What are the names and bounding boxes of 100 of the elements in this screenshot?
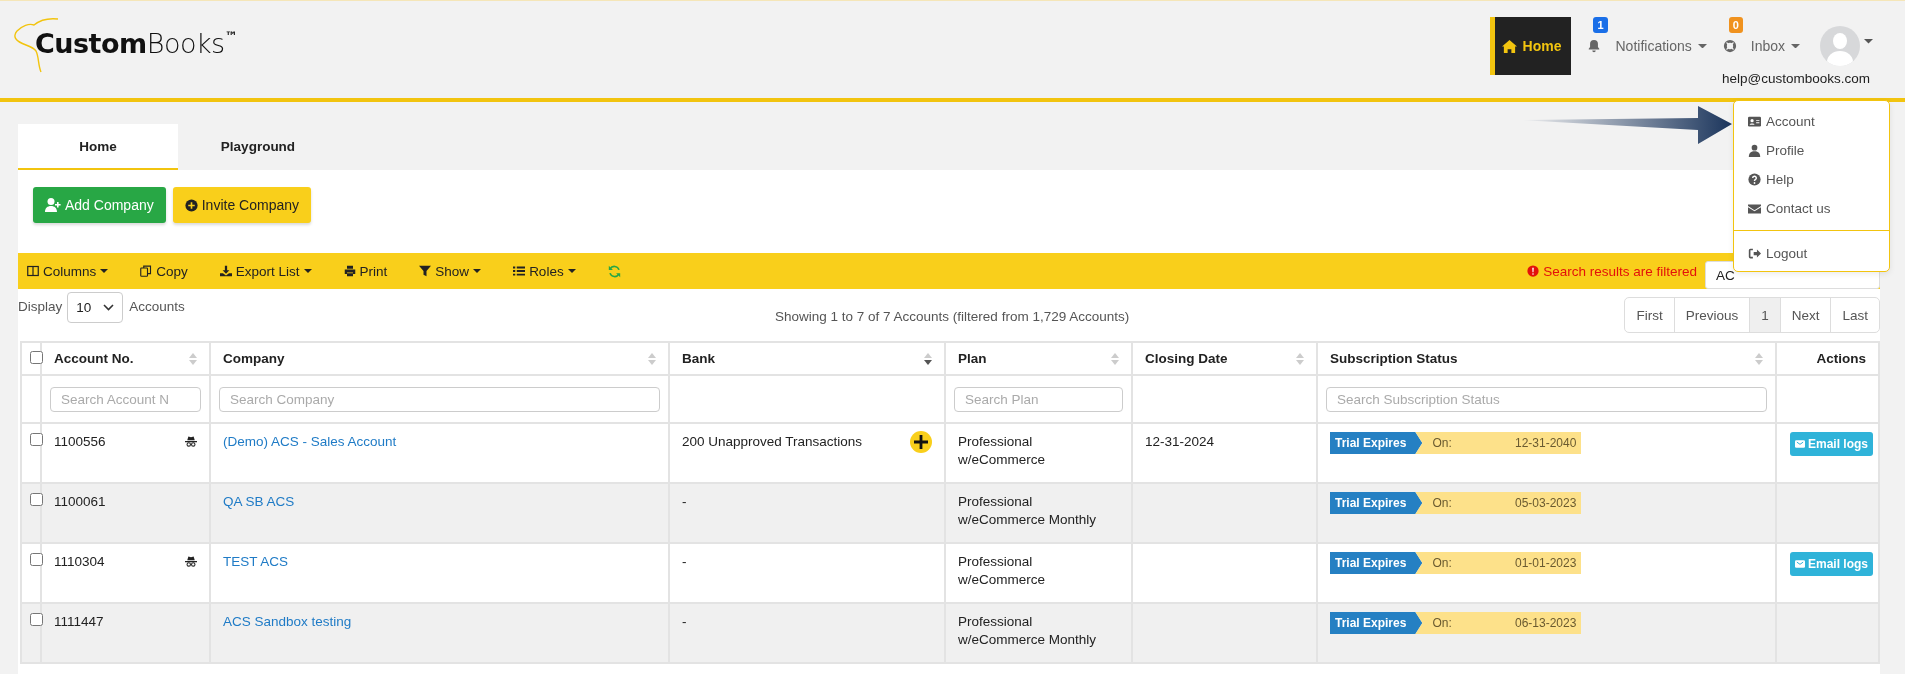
tab[interactable]: Playground — [178, 124, 338, 170]
alert-icon — [1527, 265, 1540, 277]
menu-item-label: Account — [1766, 113, 1815, 129]
column-search-field[interactable]: Search Company — [219, 386, 660, 412]
page-link[interactable]: 1 — [1749, 298, 1780, 332]
menu-item[interactable]: Help — [1734, 167, 1889, 191]
envelope-icon — [1794, 439, 1805, 449]
bank-status: - — [682, 553, 687, 571]
plan-name: Professional w/eCommerce Monthly — [958, 493, 1098, 529]
menu-item[interactable]: Contact us — [1734, 196, 1889, 220]
person-icon — [1748, 143, 1761, 157]
tab[interactable]: Home — [18, 124, 178, 170]
page-size-select[interactable]: 10 — [67, 292, 124, 323]
select-all-checkbox[interactable] — [30, 350, 43, 364]
refresh-icon — [607, 264, 621, 278]
page-link[interactable]: Last — [1830, 298, 1879, 332]
column-search-field[interactable]: Search Subscription Status — [1326, 386, 1767, 412]
row-checkbox[interactable] — [30, 613, 43, 626]
menu-item[interactable]: Account — [1734, 109, 1889, 133]
toolbar-button[interactable]: Copy — [140, 263, 188, 279]
company-link[interactable]: TEST ACS — [223, 554, 289, 569]
printer-icon — [343, 265, 356, 277]
plus-circle-icon — [184, 198, 198, 212]
toolbar-button[interactable]: Show — [419, 263, 482, 279]
filter-icon — [419, 265, 432, 277]
status-tag: Trial Expires — [1330, 432, 1423, 454]
bank-status: 200 Unapproved Transactions — [682, 433, 863, 451]
user-plus-icon — [45, 197, 61, 213]
caret-icon — [567, 269, 576, 273]
menu-item-label: Profile — [1766, 142, 1805, 158]
row-checkbox[interactable] — [30, 553, 43, 566]
menu-item[interactable]: Profile — [1734, 138, 1889, 162]
company-link[interactable]: (Demo) ACS - Sales Account — [223, 434, 397, 449]
question-icon — [1748, 172, 1761, 186]
results-summary: Showing 1 to 7 of 7 Accounts (filtered from 1,729 Accounts) — [774, 309, 1131, 324]
display-suffix: Accounts — [129, 299, 185, 314]
row-checkbox[interactable] — [30, 493, 43, 506]
menu-item-label: Logout — [1766, 245, 1808, 261]
toolbar-button[interactable]: Print — [343, 263, 388, 279]
account-number: 1100061 — [54, 493, 106, 511]
lifebuoy-icon — [1722, 39, 1737, 53]
status-tag: Trial Expires — [1330, 612, 1423, 634]
page-link[interactable]: First — [1625, 298, 1674, 332]
sign-out-icon — [1748, 246, 1761, 260]
column-search-field[interactable]: Search Plan — [954, 386, 1123, 412]
nav-link[interactable]: 1 Notifications — [1587, 17, 1707, 75]
account-number: 1110304 — [54, 553, 105, 571]
company-link[interactable]: QA SB ACS — [223, 494, 295, 509]
caret-icon — [473, 269, 482, 273]
menu-item-label: Help — [1766, 171, 1794, 187]
on-label: On: — [1432, 615, 1452, 632]
account-number: 1100556 — [54, 433, 106, 451]
column-header: Company — [223, 351, 285, 366]
spy-icon — [185, 555, 197, 567]
spy-icon — [185, 435, 197, 447]
column-header: Subscription Status — [1330, 351, 1458, 366]
plan-name: Professional w/eCommerce — [958, 433, 1047, 469]
on-label: On: — [1432, 555, 1452, 572]
column-header: Bank — [682, 351, 715, 366]
toolbar-button[interactable]: Export List — [219, 263, 312, 279]
filter-notice: Search results are filtered — [1527, 263, 1697, 279]
copy-icon — [140, 265, 153, 277]
caret-icon — [1864, 39, 1873, 44]
envelope-icon — [1748, 201, 1761, 215]
expiry-date: 01-01-2023 — [1515, 555, 1577, 572]
account-number: 1111447 — [54, 613, 104, 631]
bank-status: - — [682, 493, 687, 511]
column-header: Closing Date — [1145, 351, 1228, 366]
invite-company-button[interactable]: Invite Company — [172, 187, 311, 223]
bell-icon — [1587, 39, 1602, 53]
company-link[interactable]: ACS Sandbox testing — [223, 614, 352, 629]
column-header: Plan — [958, 351, 987, 366]
count-badge: 1 — [1593, 17, 1608, 33]
sort-icon[interactable] — [924, 351, 932, 366]
download-icon — [219, 265, 232, 277]
status-tag: Trial Expires — [1330, 552, 1423, 574]
nav-link[interactable]: Home — [1489, 17, 1572, 75]
envelope-icon — [1794, 559, 1805, 569]
add-circle-button[interactable] — [910, 431, 932, 453]
toolbar-button[interactable]: Roles — [513, 263, 576, 279]
row-checkbox[interactable] — [30, 433, 43, 446]
list-icon — [513, 265, 526, 277]
display-label: Display — [18, 299, 63, 314]
column-search-field[interactable]: Search Account N — [50, 386, 201, 412]
expiry-date: 06-13-2023 — [1515, 615, 1577, 632]
page-link[interactable]: Next — [1779, 298, 1831, 332]
status-tag: Trial Expires — [1330, 492, 1423, 514]
chevron-icon — [103, 304, 115, 311]
caret-icon — [100, 269, 109, 273]
brand-name: CustomBooks$^{™}$ — [35, 27, 238, 59]
id-card-icon — [1748, 114, 1761, 128]
on-label: On: — [1432, 495, 1452, 512]
expiry-date: 05-03-2023 — [1515, 495, 1577, 512]
closing-date: 12-31-2024 — [1145, 434, 1215, 449]
toolbar-button[interactable]: Columns — [27, 263, 109, 279]
columns-icon — [27, 265, 39, 277]
column-header: Actions — [1816, 351, 1866, 366]
bank-status: - — [682, 613, 687, 631]
caret-icon — [1791, 43, 1800, 49]
house-icon — [1501, 38, 1517, 54]
